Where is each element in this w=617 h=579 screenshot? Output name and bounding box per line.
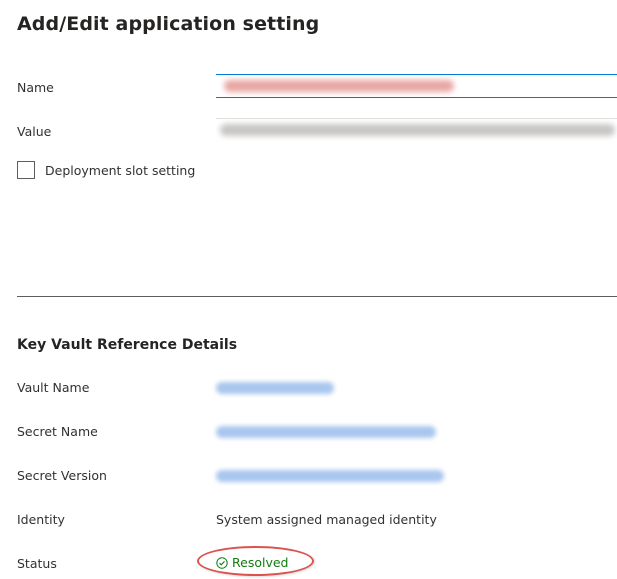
key-vault-section-title: Key Vault Reference Details bbox=[17, 337, 238, 353]
status-label: Status bbox=[17, 556, 57, 571]
secret-name-label: Secret Name bbox=[17, 424, 98, 439]
status-value: Resolved bbox=[232, 555, 289, 570]
vault-name-label: Vault Name bbox=[17, 380, 90, 395]
redacted-name-value bbox=[224, 80, 454, 92]
secret-name-link[interactable] bbox=[216, 426, 436, 438]
deployment-slot-setting-label: Deployment slot setting bbox=[45, 162, 196, 178]
secret-version-link[interactable] bbox=[216, 470, 444, 482]
vault-name-link[interactable] bbox=[216, 382, 334, 394]
name-label: Name bbox=[17, 80, 54, 95]
deployment-slot-setting-checkbox[interactable] bbox=[17, 161, 35, 179]
redacted-value-value bbox=[220, 124, 615, 136]
value-label: Value bbox=[17, 124, 52, 139]
value-input[interactable] bbox=[216, 118, 617, 142]
check-circle-icon bbox=[216, 556, 228, 569]
section-divider bbox=[17, 296, 617, 297]
status-badge: Resolved bbox=[216, 555, 288, 570]
panel-title: Add/Edit application setting bbox=[17, 13, 320, 35]
identity-label: Identity bbox=[17, 512, 65, 527]
identity-value: System assigned managed identity bbox=[216, 512, 437, 527]
name-input[interactable] bbox=[216, 74, 617, 98]
secret-version-label: Secret Version bbox=[17, 468, 107, 483]
deployment-slot-setting-row[interactable]: Deployment slot setting bbox=[17, 160, 195, 180]
